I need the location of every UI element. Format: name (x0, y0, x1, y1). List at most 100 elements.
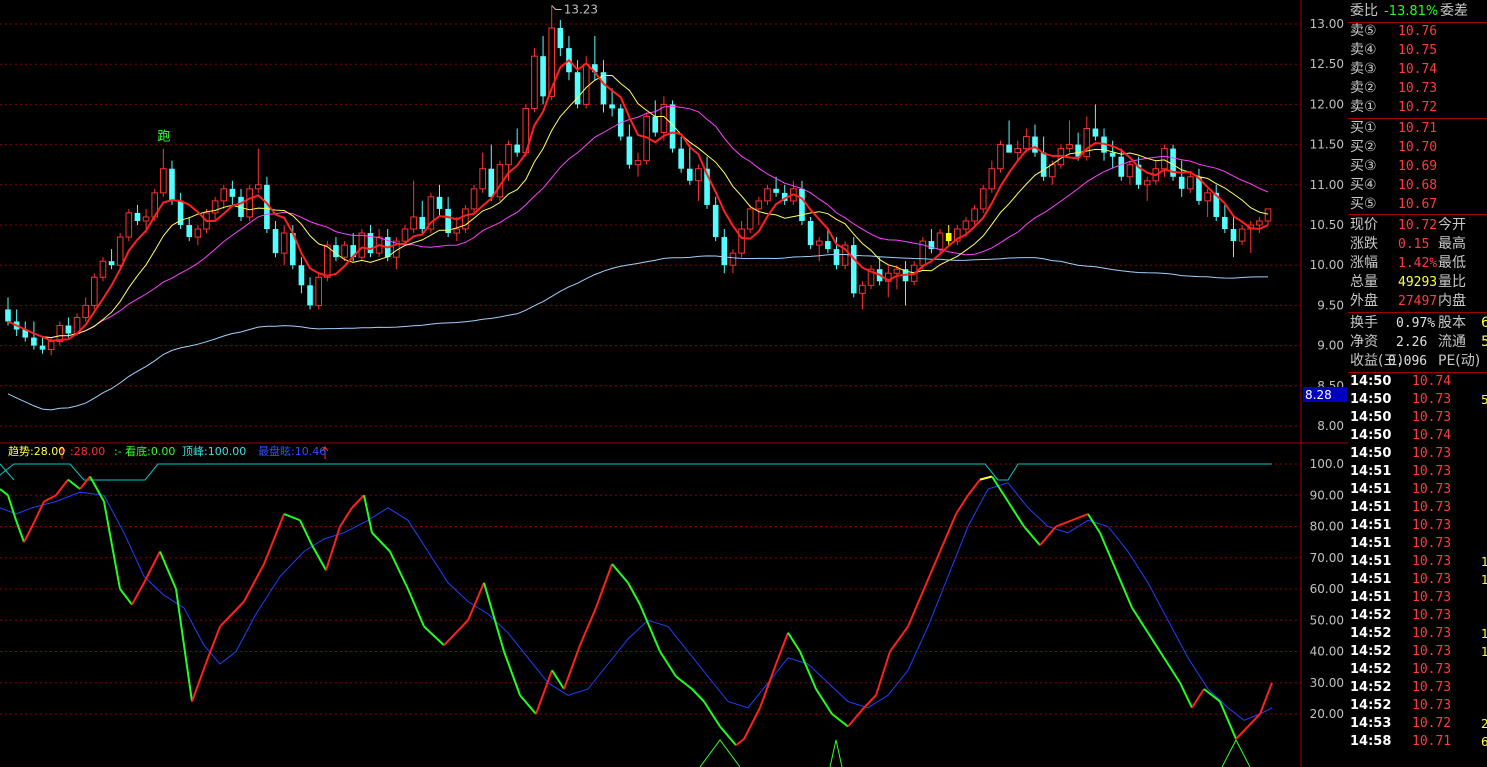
stat-value: 49293 (1398, 275, 1438, 290)
k-line-segment (55, 479, 69, 496)
k-line-segment (443, 619, 469, 646)
k-line-segment (939, 513, 957, 552)
candle-body (254, 184, 262, 190)
candle-body (246, 188, 253, 218)
trade-volume: 6 (1481, 735, 1487, 749)
k-line-segment (743, 707, 761, 740)
k-line-segment (907, 588, 925, 627)
bid-row-label: 买② (1350, 139, 1377, 155)
candle-body (488, 168, 495, 197)
candle-body (125, 212, 133, 238)
kline-chart[interactable]: 13.00 12.50 12.00 11.50 11.00 10.50 10.00 9.50 9… (0, 0, 1348, 767)
trade-row: 14:50 10.73 (1348, 445, 1487, 463)
candle-body (971, 208, 978, 222)
trade-time: 14:50 (1350, 446, 1392, 461)
candle-body (1161, 148, 1168, 170)
indicator-bottom-label: :- 看底:0.00 (114, 445, 176, 458)
candle-body (764, 188, 771, 202)
k-line-segment (831, 713, 849, 728)
k-line-segment (1039, 525, 1057, 546)
ma60-line (7, 254, 1268, 411)
trade-volume: 2 (1481, 717, 1487, 731)
candle-body (1118, 156, 1125, 177)
top-level-line (0, 463, 15, 481)
ask-row-price: 10.74 (1398, 62, 1438, 77)
indicator-tick-label: 100.0 (1310, 457, 1344, 471)
k-line-segment (815, 688, 833, 715)
k-line-segment (579, 607, 597, 646)
trade-row: 14:51 10.73 (1348, 499, 1487, 517)
trade-time: 14:50 (1350, 392, 1392, 407)
bid-row-price: 10.70 (1398, 140, 1438, 155)
price-tick-label: 12.50 (1310, 57, 1344, 71)
stat-label-2: 内盘 (1438, 293, 1466, 309)
trade-row: 14:51 10.73 (1348, 481, 1487, 499)
indicator-tick-label: 40.00 (1310, 645, 1344, 659)
stat-label-2: 今开 (1438, 217, 1466, 233)
bid-row: 买④ 10.68 (1348, 176, 1487, 195)
trade-time: 14:51 (1350, 536, 1392, 551)
trade-price: 10.73 (1412, 626, 1452, 641)
price-tick-label: 10.50 (1310, 218, 1344, 232)
candle-body (807, 220, 814, 246)
fund-row: 收益(三) 0.096 PE(动) (1348, 352, 1487, 371)
candle-body (142, 216, 150, 222)
trade-time: 14:50 (1350, 428, 1392, 443)
candle-body (134, 212, 141, 221)
candle-body (1230, 229, 1237, 242)
k-line-segment (535, 669, 553, 715)
stat-label: 涨幅 (1350, 255, 1378, 271)
ask-row-label: 卖⑤ (1350, 23, 1377, 39)
fund-label: 换手 (1350, 315, 1378, 331)
bid-row-label: 买④ (1350, 177, 1377, 193)
candle-body (99, 260, 107, 278)
candle-body (229, 188, 236, 197)
ma5-line (7, 58, 1269, 342)
stat-value: 27497 (1398, 294, 1438, 309)
k-line-segment (143, 551, 161, 584)
bid-row: 买③ 10.69 (1348, 157, 1487, 176)
trade-row: 14:52 10.73 (1348, 607, 1487, 625)
trade-price: 10.73 (1412, 554, 1452, 569)
trade-time: 14:51 (1350, 572, 1392, 587)
k-line-segment (67, 478, 81, 490)
k-line-segment (23, 526, 33, 543)
candle-body (1256, 220, 1263, 226)
candle-body (194, 228, 202, 238)
k-line-segment (923, 551, 941, 590)
k-line-segment (1235, 725, 1249, 740)
trade-price: 10.73 (1412, 572, 1452, 587)
trade-price: 10.73 (1412, 662, 1452, 677)
candle-body (746, 208, 754, 230)
candle-body (729, 252, 737, 266)
k-line-segment (175, 588, 193, 702)
trade-row: 14:51 10.73 (1348, 535, 1487, 553)
trade-row: 14:50 10.73 (1348, 409, 1487, 427)
indicator-blue-label: 最盘眩:10.46 (258, 445, 327, 458)
candle-body (1014, 148, 1022, 154)
candle-body (988, 168, 996, 190)
k-line-segment (263, 513, 285, 565)
separator (1348, 312, 1487, 313)
fund-label: 净资 (1350, 334, 1378, 350)
candle-body (1092, 128, 1099, 137)
trade-price: 10.73 (1412, 410, 1452, 425)
k-line-segment (191, 657, 209, 702)
indicator-tick-label: 30.00 (1310, 676, 1344, 690)
k-line-segment (955, 494, 969, 515)
candle-body (850, 245, 857, 294)
trade-time: 14:51 (1350, 500, 1392, 515)
trade-volume: 5 (1481, 393, 1487, 407)
k-line-segment (131, 582, 145, 606)
candle-body (979, 188, 987, 210)
k-line-segment (389, 551, 409, 590)
k-line-segment (79, 475, 91, 490)
bid-row-label: 买⑤ (1350, 196, 1377, 212)
candle-body (315, 276, 322, 306)
ask-row-label: 卖③ (1350, 61, 1377, 77)
stat-value: 10.72 (1398, 218, 1438, 233)
k-line-segment (103, 501, 121, 590)
stat-row: 总量 49293 量比 (1348, 273, 1487, 292)
bid-row-price: 10.71 (1398, 121, 1438, 136)
k-line-segment (875, 651, 891, 696)
